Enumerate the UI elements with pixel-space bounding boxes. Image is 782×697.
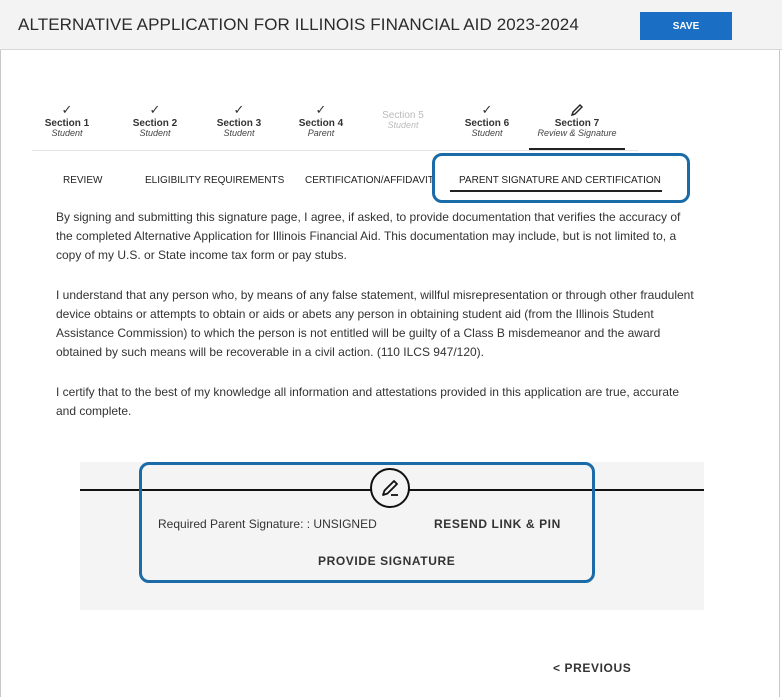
pencil-icon [522, 103, 632, 117]
step-role: Student [387, 120, 419, 130]
save-button[interactable]: SAVE [640, 12, 732, 40]
step-role: Student [471, 128, 503, 138]
step-role: Review & Signature [537, 128, 617, 138]
step-section-5: Section 5 Student [368, 109, 438, 131]
signature-highlight-box [139, 462, 595, 583]
certify-paragraph: I certify that to the best of my knowled… [56, 385, 680, 418]
step-role: Parent [307, 128, 335, 138]
step-role: Student [139, 128, 171, 138]
check-icon: ✓ [233, 102, 245, 117]
check-icon: ✓ [315, 102, 327, 117]
tab-eligibility-requirements[interactable]: ELIGIBILITY REQUIREMENTS [145, 175, 284, 186]
step-section-1[interactable]: ✓ Section 1 Student [32, 102, 102, 139]
tab-certification-affidavit[interactable]: CERTIFICATION/AFFIDAVIT [305, 175, 434, 186]
tab-highlight-box [432, 153, 690, 203]
documentation-paragraph: By signing and submitting this signature… [56, 210, 681, 262]
check-icon: ✓ [61, 102, 73, 117]
previous-button[interactable]: < PREVIOUS [553, 661, 631, 675]
step-role: Student [51, 128, 83, 138]
tab-review[interactable]: REVIEW [63, 175, 102, 186]
step-section-6[interactable]: ✓ Section 6 Student [452, 102, 522, 139]
step-section-4[interactable]: ✓ Section 4 Parent [286, 102, 356, 139]
page-title: ALTERNATIVE APPLICATION FOR ILLINOIS FIN… [18, 15, 579, 34]
app-header: ALTERNATIVE APPLICATION FOR ILLINOIS FIN… [0, 0, 782, 50]
step-section-7[interactable]: Section 7 Review & Signature [522, 103, 632, 139]
check-icon: ✓ [481, 102, 493, 117]
misrepresentation-paragraph: I understand that any person who, by mea… [56, 288, 694, 359]
step-section-2[interactable]: ✓ Section 2 Student [120, 102, 190, 139]
step-section-3[interactable]: ✓ Section 3 Student [204, 102, 274, 139]
step-role: Student [223, 128, 255, 138]
stepper-divider [32, 150, 638, 151]
pencil-icon-svg [570, 104, 583, 117]
check-icon: ✓ [149, 102, 161, 117]
